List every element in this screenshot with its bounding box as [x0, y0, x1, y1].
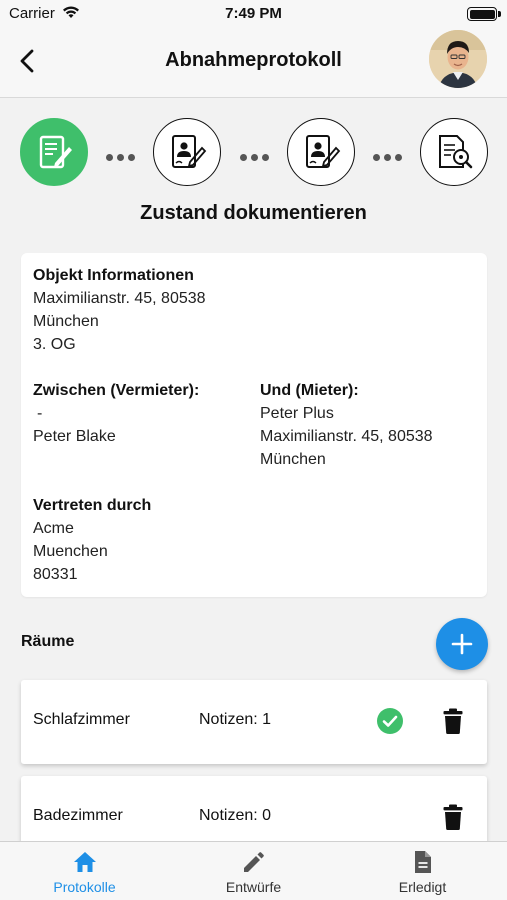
room-card[interactable]: Schlafzimmer Notizen: 1: [21, 680, 487, 764]
add-room-button[interactable]: [436, 618, 488, 670]
tenant-street: Maximilianstr. 45, 80538: [260, 428, 433, 445]
nav-header: Abnahmeprotokoll: [0, 28, 507, 98]
room-name: Schlafzimmer: [33, 711, 130, 728]
object-floor: 3. OG: [33, 336, 76, 353]
bottom-tab-bar: Protokolle Entwürfe Erledigt: [0, 841, 507, 900]
clock: 7:49 PM: [225, 5, 282, 22]
step-connector: [106, 148, 142, 161]
tab-label: Entwürfe: [225, 879, 282, 895]
step-title: Zustand dokumentieren: [140, 202, 367, 224]
battery-icon: [467, 7, 501, 21]
trash-icon[interactable]: [443, 708, 463, 734]
representative-zip: 80331: [33, 566, 78, 583]
pencil-icon: [244, 852, 264, 872]
landlord-line1: -: [37, 405, 43, 422]
room-notes-count: Notizen: 0: [199, 807, 272, 824]
avatar[interactable]: [429, 30, 487, 88]
person-document-edit-icon: [172, 135, 207, 168]
tab-erledigt[interactable]: Erledigt: [338, 842, 507, 900]
object-info-heading: Objekt Informationen: [33, 267, 194, 284]
rooms-heading: Räume: [21, 633, 75, 650]
tenant-name: Peter Plus: [260, 405, 334, 422]
step-2[interactable]: [153, 118, 221, 186]
landlord-heading: Zwischen (Vermieter):: [33, 382, 200, 399]
document-icon: [415, 851, 431, 873]
tab-label: Protokolle: [53, 879, 116, 895]
tab-protokolle[interactable]: Protokolle: [0, 842, 169, 900]
landlord-name: Peter Blake: [33, 428, 116, 445]
step-connector: [240, 148, 276, 161]
room-notes-count: Notizen: 1: [199, 711, 272, 728]
step-connector: [373, 148, 409, 161]
room-name: Badezimmer: [33, 807, 123, 824]
trash-icon[interactable]: [443, 804, 463, 830]
progress-stepper: [0, 118, 507, 188]
check-circle-icon: [377, 708, 403, 734]
object-info-card: Objekt Informationen Maximilianstr. 45, …: [21, 253, 487, 597]
tab-label: Erledigt: [398, 879, 447, 895]
step-4[interactable]: [420, 118, 488, 186]
representative-city: Muenchen: [33, 543, 108, 560]
document-review-icon: [439, 135, 473, 169]
object-city: München: [33, 313, 99, 330]
home-icon: [74, 852, 96, 872]
representative-name: Acme: [33, 520, 74, 537]
object-street: Maximilianstr. 45, 80538: [33, 290, 206, 307]
document-edit-icon: [39, 135, 72, 169]
person-document-edit-icon: [306, 135, 341, 168]
step-3[interactable]: [287, 118, 355, 186]
status-bar: Carrier 7:49 PM: [0, 0, 507, 28]
step-1[interactable]: [20, 118, 88, 186]
tab-entwuerfe[interactable]: Entwürfe: [169, 842, 338, 900]
representative-heading: Vertreten durch: [33, 497, 152, 514]
tenant-heading: Und (Mieter):: [260, 382, 359, 399]
tenant-city: München: [260, 451, 326, 468]
plus-icon: [451, 633, 473, 655]
